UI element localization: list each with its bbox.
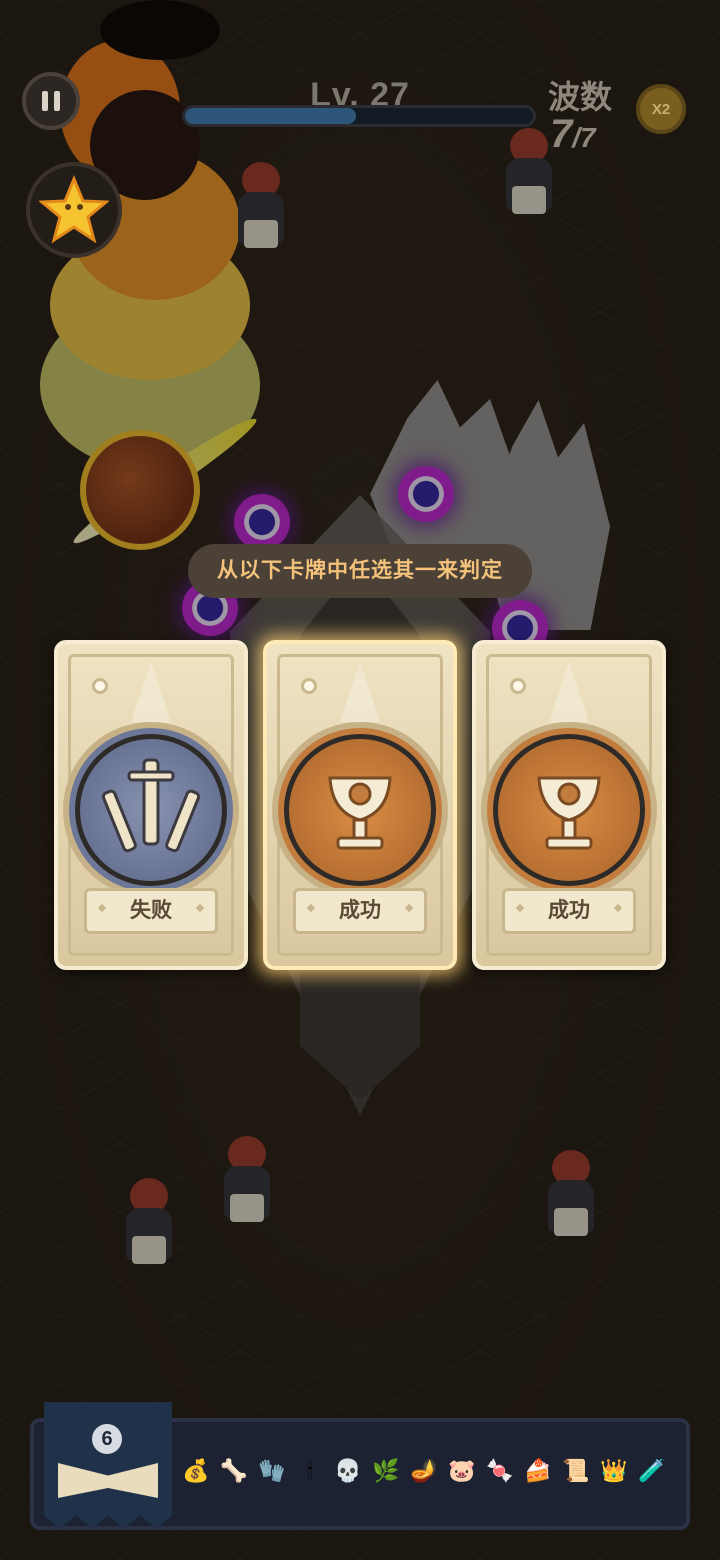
lamp-icon[interactable]: 🪔	[408, 1455, 440, 1487]
star-skill-button[interactable]	[26, 162, 122, 258]
horn-icon[interactable]: 🦴	[218, 1455, 250, 1487]
trophy-icon	[328, 776, 392, 850]
xp-bar	[182, 105, 536, 127]
card-ornament	[301, 678, 317, 694]
pause-icon	[54, 91, 60, 111]
card-result-label: 成功	[502, 888, 636, 934]
card-ornament	[510, 678, 526, 694]
pause-icon	[42, 91, 48, 111]
swords-icon	[101, 758, 201, 853]
potion-icon[interactable]: 🧪	[636, 1455, 668, 1487]
card-medal	[63, 722, 239, 898]
speed-toggle-button[interactable]: X2	[636, 84, 686, 134]
judgement-card-success[interactable]: 成功	[472, 640, 666, 970]
wave-total: /7	[572, 122, 596, 153]
scroll-icon[interactable]: 📜	[560, 1455, 592, 1487]
candle-icon[interactable]: 🕯	[294, 1455, 326, 1487]
wave-current: 7	[550, 112, 573, 156]
card-prompt: 从以下卡牌中任选其一来判定	[188, 544, 532, 598]
wave-counter: 7/7	[550, 112, 596, 157]
book-count-badge: 6	[92, 1424, 122, 1454]
crown-icon[interactable]: 👑	[598, 1455, 630, 1487]
card-medal	[272, 722, 448, 898]
cake-icon[interactable]: 🍰	[522, 1455, 554, 1487]
trophy-icon	[537, 776, 601, 850]
piggy-bank-icon[interactable]: 🐷	[446, 1455, 478, 1487]
judgement-card-fail[interactable]: 失败	[54, 640, 248, 970]
card-result-label: 失败	[84, 888, 218, 934]
pause-button[interactable]	[22, 72, 80, 130]
skull-icon[interactable]: 💀	[332, 1455, 364, 1487]
card-result-label: 成功	[293, 888, 427, 934]
candy-icon[interactable]: 🍬	[484, 1455, 516, 1487]
money-bag-icon[interactable]: 💰	[180, 1455, 212, 1487]
card-ornament	[92, 678, 108, 694]
inventory-items: 💰 🦴 🧤 🕯 💀 🌿 🪔 🐷 🍬 🍰 📜 👑 🧪	[180, 1455, 668, 1487]
gauntlet-icon[interactable]: 🧤	[256, 1455, 288, 1487]
card-medal	[481, 722, 657, 898]
xp-bar-fill	[185, 108, 356, 124]
star-icon	[39, 175, 109, 244]
leaf-icon[interactable]: 🌿	[370, 1455, 402, 1487]
judgement-card-success[interactable]: 成功	[263, 640, 457, 970]
